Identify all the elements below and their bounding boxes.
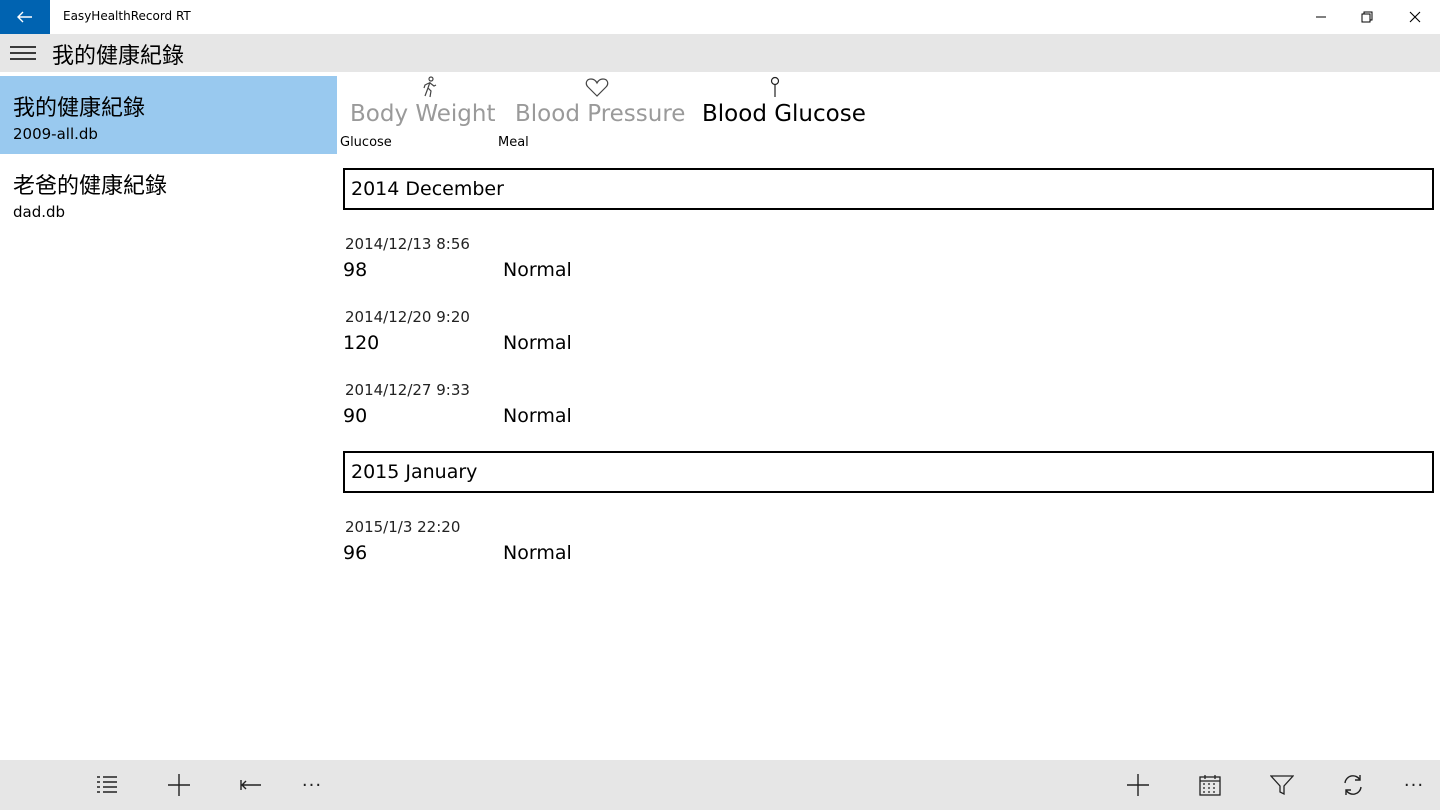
more-button[interactable]: ··· [292,766,332,804]
list-icon [97,776,117,793]
back-arrow-button[interactable] [231,766,271,804]
minimize-icon [1316,16,1326,18]
tab-label: Blood Pressure [515,101,686,127]
more-button[interactable]: ··· [1394,766,1434,804]
record-status: Normal [503,259,572,281]
add-record-button[interactable] [1118,766,1158,804]
record-status: Normal [503,405,572,427]
calendar-icon [1199,775,1221,796]
record-datetime: 2014/12/13 8:56 [345,235,470,253]
add-db-button[interactable] [159,766,199,804]
app-header: 我的健康紀錄 [0,34,1440,72]
group-header[interactable]: 2014 December [343,168,1434,210]
close-icon [1409,11,1421,23]
back-arrow-icon [17,11,32,23]
database-name: 我的健康紀錄 [13,96,146,121]
database-file: 2009-all.db [13,125,98,143]
back-arrow-icon [240,780,261,790]
add-icon [1127,774,1149,796]
tab-label: Body Weight [350,101,496,127]
database-name: 老爸的健康紀錄 [13,174,168,199]
restore-button[interactable] [1344,0,1390,34]
page-title: 我的健康紀錄 [52,44,185,69]
more-icon: ··· [1403,774,1425,796]
tab-blood-pressure[interactable]: Blood Pressure [515,72,685,132]
tab-body-weight[interactable]: Body Weight [350,72,500,132]
sync-icon [1344,775,1362,795]
database-file: dad.db [13,203,66,221]
database-list: 我的健康紀錄 2009-all.db 老爸的健康紀錄 dad.db [0,72,337,760]
list-button[interactable] [87,766,127,804]
heart-icon [585,78,609,97]
app-title: EasyHealthRecord RT [63,9,191,23]
record-value: 98 [343,259,368,281]
record-value: 90 [343,405,368,427]
tab-label: Blood Glucose [702,101,866,127]
filter-button[interactable] [1262,766,1302,804]
back-button[interactable] [0,0,50,34]
close-button[interactable] [1392,0,1438,34]
column-header-status: Meal [498,135,529,150]
pivot-tabs: Body Weight Blood Pressure Blood Glucose [337,72,1440,132]
title-bar: EasyHealthRecord RT [0,0,1440,34]
group-header[interactable]: 2015 January [343,451,1434,493]
restore-icon [1361,11,1373,23]
database-item[interactable]: 老爸的健康紀錄 dad.db [0,154,337,232]
pin-icon [770,76,780,97]
record-datetime: 2014/12/27 9:33 [345,381,470,399]
record-list: 2014 December 2014/12/13 8:56 98 Normal … [337,155,1440,755]
record-datetime: 2014/12/20 9:20 [345,308,470,326]
record-value: 120 [343,332,380,354]
database-item[interactable]: 我的健康紀錄 2009-all.db [0,76,337,154]
tab-blood-glucose[interactable]: Blood Glucose [702,72,872,132]
minimize-button[interactable] [1298,0,1344,34]
group-label: 2014 December [351,178,504,200]
hamburger-icon [10,46,36,60]
filter-icon [1270,775,1294,796]
calendar-button[interactable] [1190,766,1230,804]
record-value: 96 [343,542,368,564]
hamburger-button[interactable] [0,34,46,72]
column-header-value: Glucose [340,135,392,150]
record-datetime: 2015/1/3 22:20 [345,518,461,536]
record-status: Normal [503,332,572,354]
record-status: Normal [503,542,572,564]
command-bar: ··· ··· [0,760,1440,810]
add-icon [168,774,190,796]
more-icon: ··· [301,774,323,796]
walking-person-icon [423,76,437,98]
group-label: 2015 January [351,461,478,483]
sync-button[interactable] [1333,766,1373,804]
